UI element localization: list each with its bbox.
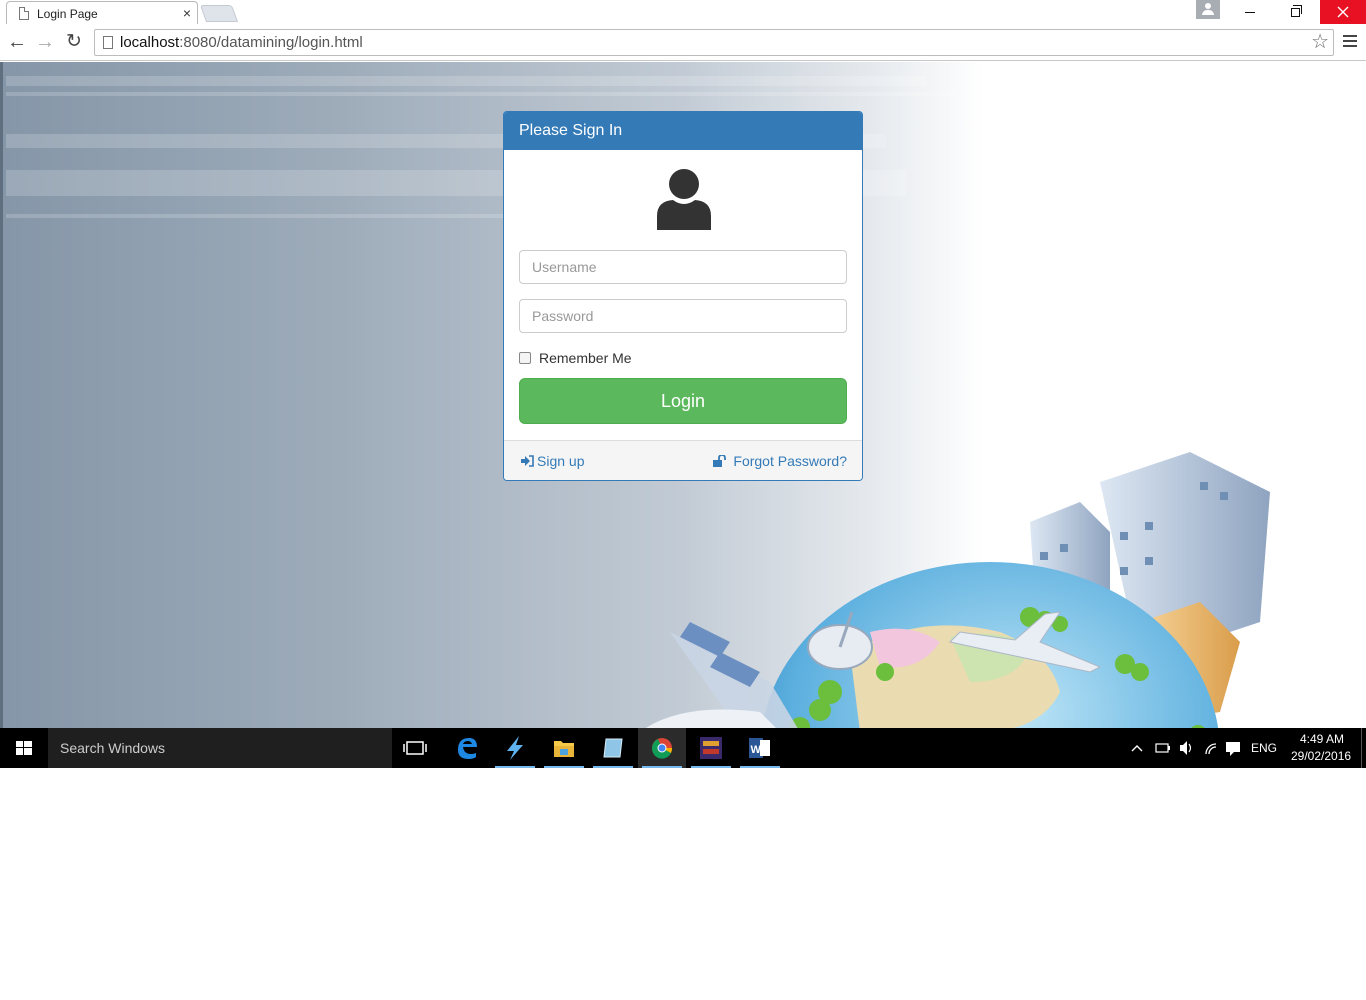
start-button[interactable]	[0, 728, 48, 768]
remember-me-checkbox[interactable]	[519, 352, 531, 364]
background-stripe	[6, 76, 926, 86]
password-input[interactable]	[519, 299, 847, 333]
close-window-button[interactable]	[1320, 0, 1366, 24]
chrome-taskbar-button[interactable]	[638, 728, 686, 768]
unlock-icon	[713, 455, 727, 467]
sign-in-icon	[521, 455, 534, 467]
page-viewport: Please Sign In Remember Me Login Sign up	[0, 62, 1366, 728]
windows-logo-icon	[16, 741, 32, 755]
tab-close-icon[interactable]: ×	[183, 5, 191, 21]
search-placeholder: Search Windows	[60, 740, 166, 756]
login-panel: Please Sign In Remember Me Login Sign up	[503, 111, 863, 481]
lightning-app-icon	[507, 736, 523, 760]
username-input[interactable]	[519, 250, 847, 284]
panel-heading: Please Sign In	[504, 112, 862, 150]
bookmark-star-icon[interactable]: ☆	[1311, 31, 1329, 53]
task-view-icon	[403, 741, 427, 755]
remember-me-label: Remember Me	[539, 350, 632, 366]
clock-date[interactable]: 29/02/2016	[1291, 749, 1351, 763]
panel-body: Remember Me Login	[504, 150, 862, 440]
system-tray-icons[interactable]	[1128, 728, 1248, 768]
panel-footer: Sign up Forgot Password?	[504, 440, 862, 480]
signup-label: Sign up	[537, 453, 585, 469]
tab-strip: Login Page ×	[0, 0, 1366, 25]
new-tab-button[interactable]	[199, 5, 239, 22]
menu-icon[interactable]	[1343, 35, 1357, 49]
back-button[interactable]: ←	[5, 30, 29, 54]
background-stripe	[6, 214, 506, 218]
folder-icon	[554, 741, 574, 757]
page-icon	[19, 7, 29, 20]
background-stripe	[6, 92, 956, 96]
game-app-button[interactable]	[687, 728, 735, 768]
edge-icon	[458, 738, 477, 759]
svg-text:W: W	[751, 744, 762, 756]
file-explorer-button[interactable]	[540, 728, 588, 768]
close-icon	[1337, 6, 1349, 18]
word-icon: W	[749, 738, 770, 758]
url-path: :8080/datamining/login.html	[179, 34, 363, 51]
game-app-icon	[700, 737, 722, 759]
url-host: localhost	[120, 34, 180, 51]
edge-taskbar-button[interactable]	[442, 728, 490, 768]
forgot-password-label: Forgot Password?	[733, 453, 847, 469]
tab-login-page[interactable]: Login Page ×	[6, 1, 198, 25]
browser-toolbar: ← → ↻ localhost:8080/datamining/login.ht…	[0, 24, 1366, 61]
language-indicator[interactable]: ENG	[1251, 741, 1277, 755]
restore-button[interactable]	[1273, 0, 1318, 24]
page-left-edge	[0, 62, 3, 728]
task-view-button[interactable]	[392, 728, 440, 768]
tab-title: Login Page	[37, 7, 98, 21]
forgot-password-link[interactable]: Forgot Password?	[713, 453, 847, 469]
chrome-icon	[651, 738, 673, 759]
notepad-icon	[603, 738, 623, 758]
app-taskbar-button[interactable]	[491, 728, 539, 768]
word-taskbar-button[interactable]: W	[736, 728, 784, 768]
taskbar: Search Windows W ENG 4:49 AM 29/02/2016	[0, 728, 1366, 768]
taskbar-search[interactable]: Search Windows	[48, 728, 392, 768]
show-desktop-button[interactable]	[1361, 728, 1366, 768]
minimize-button[interactable]	[1228, 0, 1273, 24]
clock-time[interactable]: 4:49 AM	[1300, 732, 1344, 746]
reload-button[interactable]: ↻	[62, 30, 86, 54]
notes-app-button[interactable]	[589, 728, 637, 768]
url-text: localhost:8080/datamining/login.html	[120, 34, 363, 51]
forward-button[interactable]: →	[33, 30, 57, 54]
login-button[interactable]: Login	[519, 378, 847, 424]
profile-icon[interactable]	[1196, 0, 1220, 19]
page-icon	[103, 36, 113, 49]
signup-link[interactable]: Sign up	[521, 453, 584, 469]
address-bar[interactable]: localhost:8080/datamining/login.html ☆	[94, 29, 1334, 56]
user-icon	[657, 169, 711, 230]
